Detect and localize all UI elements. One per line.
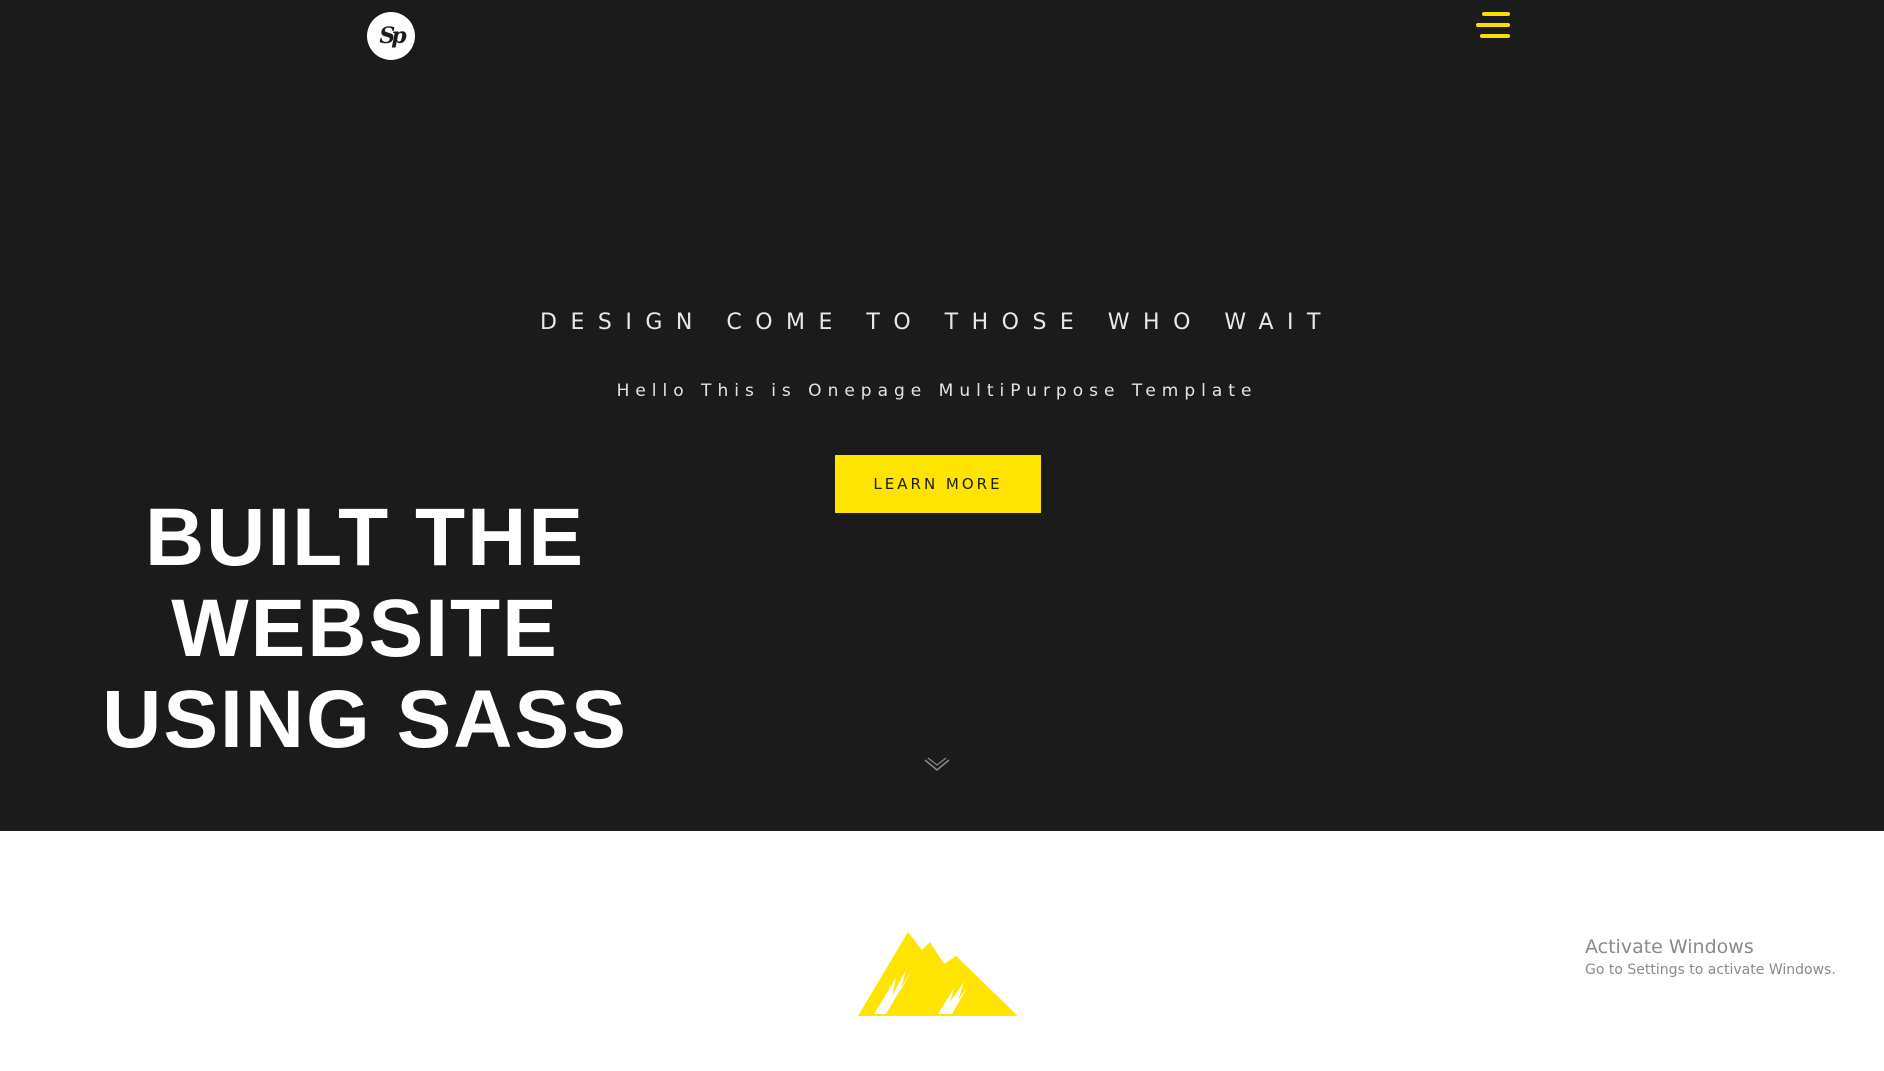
logo-text: Sp (379, 23, 406, 49)
chevron-down-icon[interactable] (922, 756, 952, 776)
hamburger-menu-icon[interactable] (1474, 10, 1510, 42)
hero-subtitle: Hello This is Onepage MultiPurpose Templ… (616, 381, 1258, 401)
hero-tagline: DESIGN COME TO THOSE WHO WAIT (540, 310, 1334, 335)
activate-windows-title: Activate Windows (1585, 936, 1754, 958)
mountain-icon (858, 930, 1018, 1016)
hero-section: Sp DESIGN COME TO THOSE WHO WAIT Hello T… (0, 0, 1884, 831)
activate-windows-overlay: Activate Windows Go to Settings to activ… (1585, 936, 1836, 978)
activate-windows-subtitle: Go to Settings to activate Windows. (1585, 962, 1836, 978)
big-title: BUILT THE WEBSITE USING SASS (100, 492, 630, 765)
learn-more-button[interactable]: LEARN MORE (835, 455, 1041, 513)
big-title-line: USING SASS (102, 674, 628, 765)
site-logo[interactable]: Sp (367, 12, 415, 60)
big-title-line: BUILT THE (144, 492, 586, 583)
big-title-line: WEBSITE (171, 583, 559, 674)
